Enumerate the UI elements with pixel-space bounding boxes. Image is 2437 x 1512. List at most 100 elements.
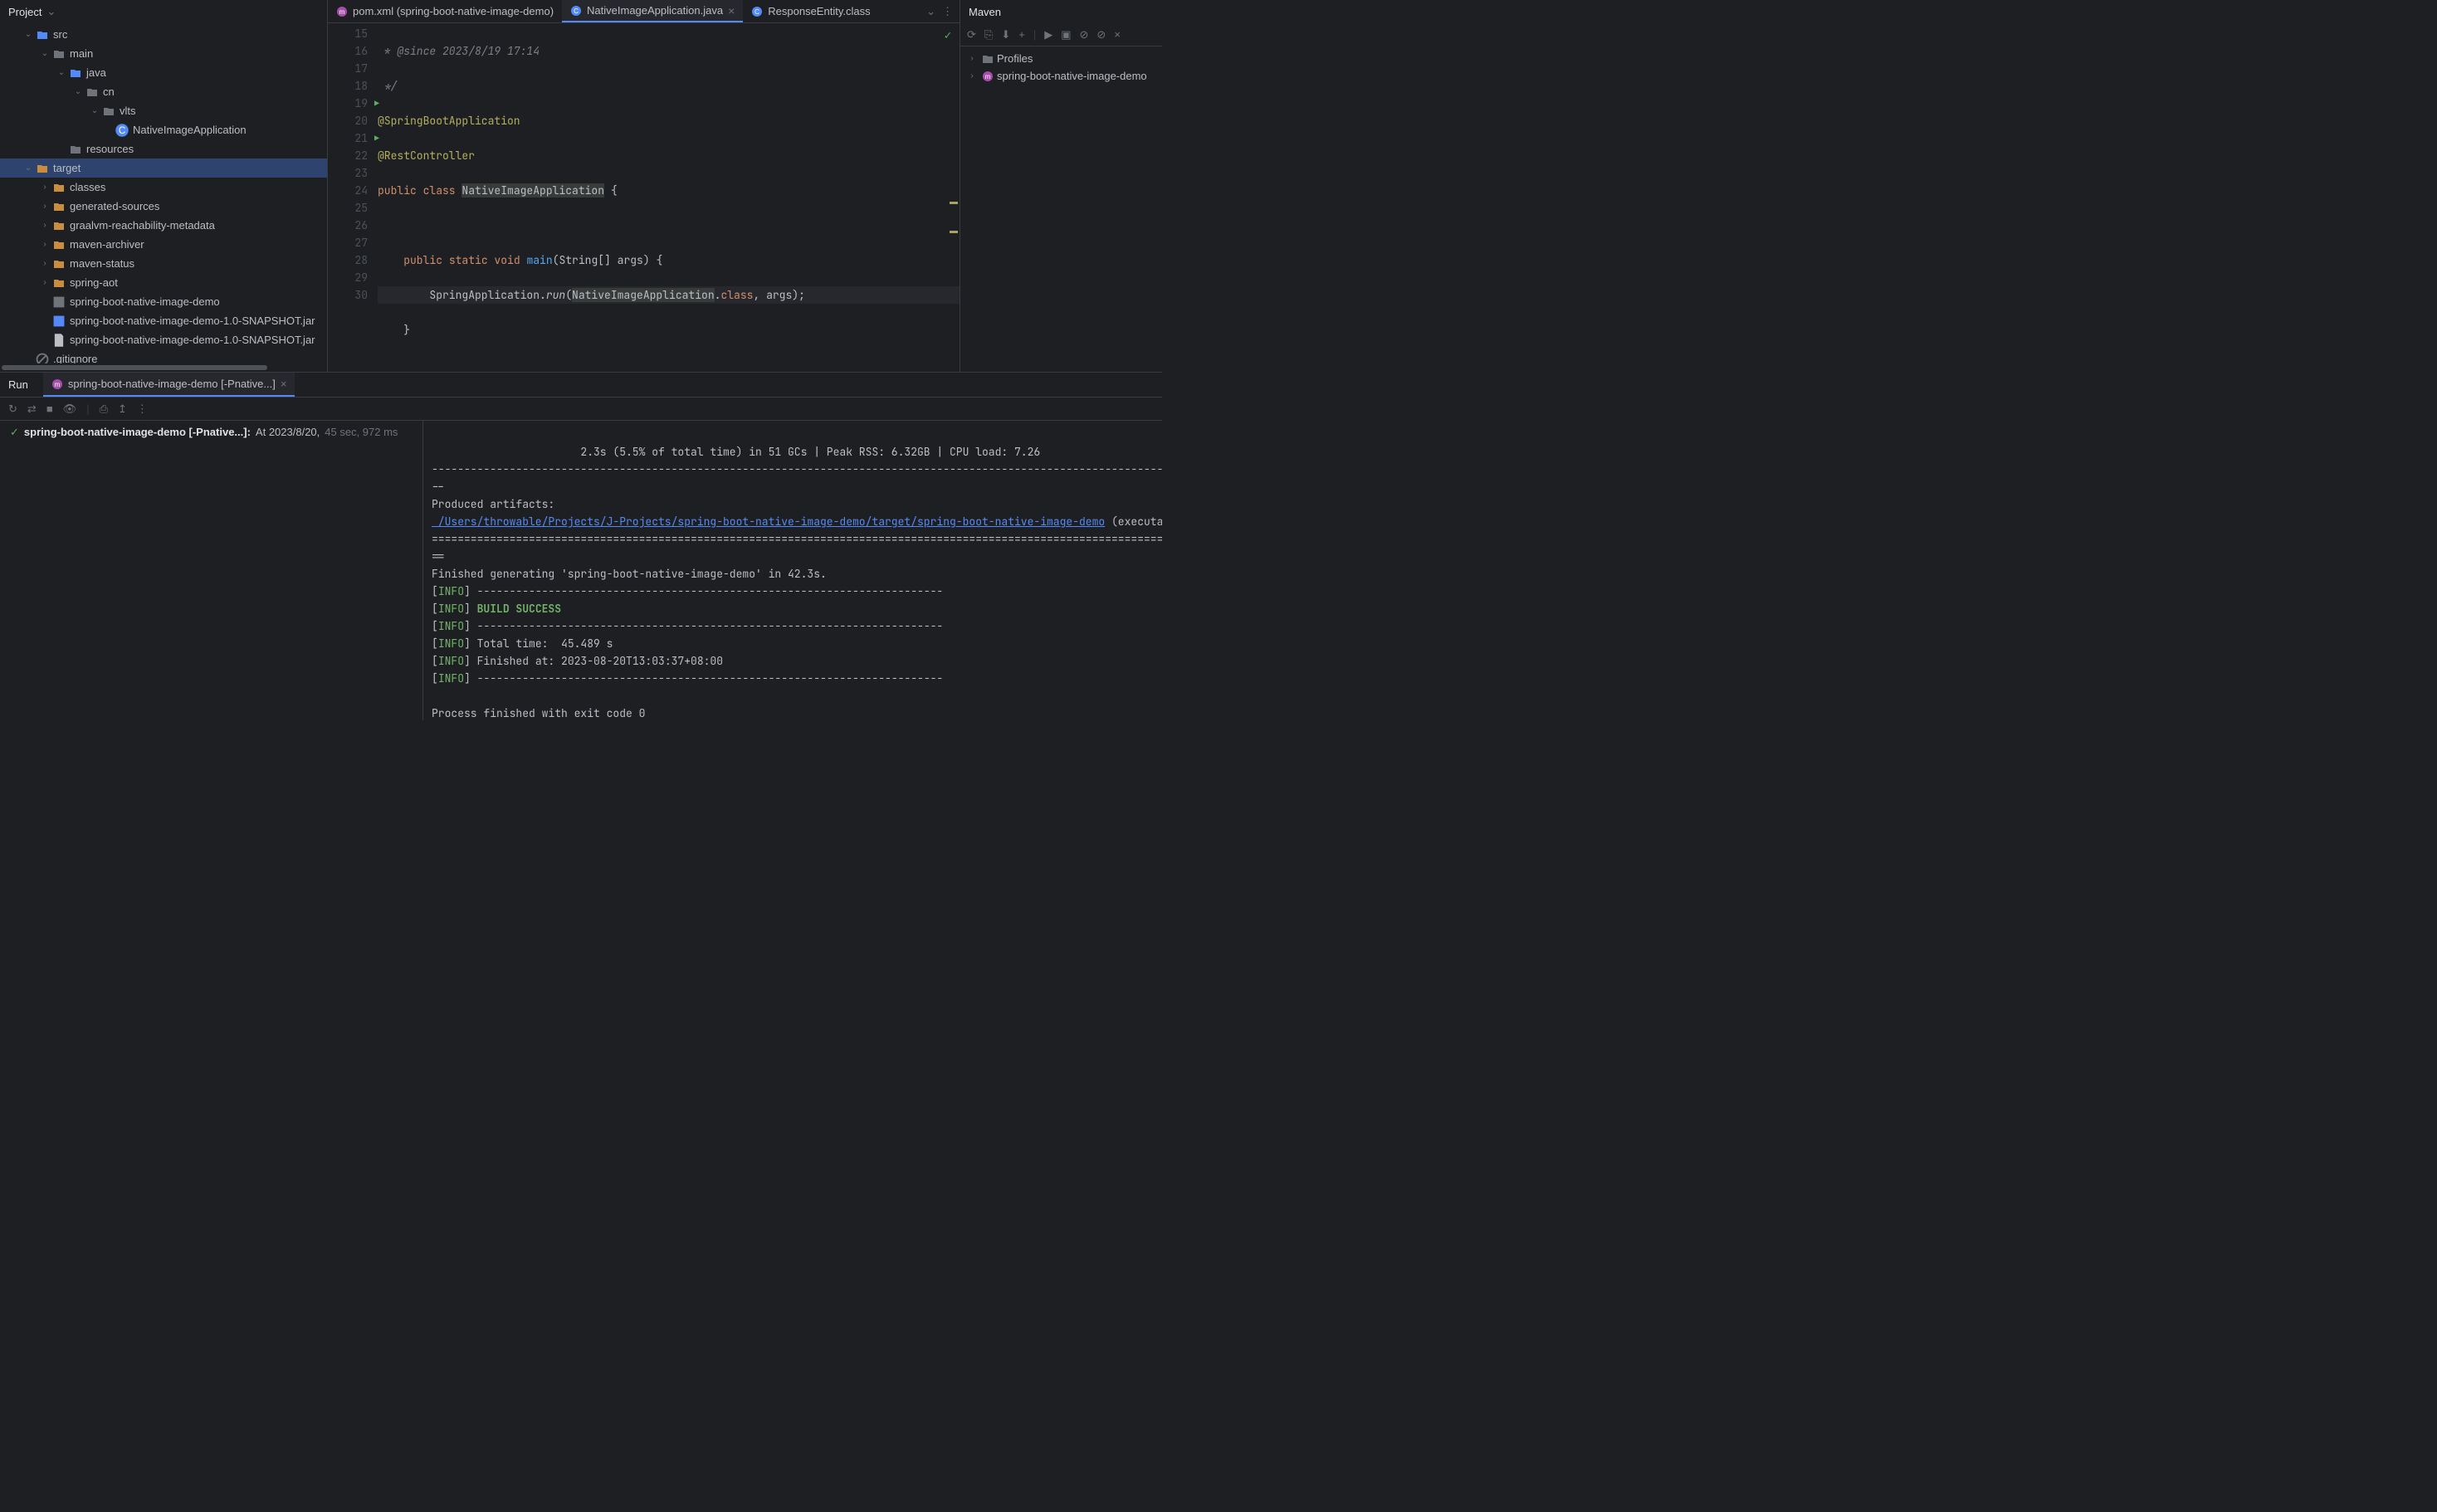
svg-text:C: C: [755, 8, 759, 16]
maven-profiles[interactable]: › Profiles: [960, 50, 1162, 67]
run-toolbar: ↻ ⇄ ■ 👁 | ⎙ ↥ ⋮: [0, 398, 1162, 421]
tree-item-cn[interactable]: ⌄ cn: [0, 82, 327, 101]
maven-tree[interactable]: › Profiles › m spring-boot-native-image-…: [960, 46, 1162, 88]
editor-scrollbar[interactable]: [948, 23, 960, 372]
rerun-failed-icon[interactable]: ⇄: [27, 402, 37, 416]
folder-icon: [35, 163, 50, 173]
folder-icon: [982, 54, 994, 64]
chevron-down-icon[interactable]: ⌄: [926, 5, 935, 18]
tree-item-jar2[interactable]: spring-boot-native-image-demo-1.0-SNAPSH…: [0, 330, 327, 349]
class-icon: C: [751, 6, 763, 17]
code-editor[interactable]: 15 16 17 18 19 20 21 22 23 24 25 26 27 2…: [328, 23, 960, 372]
chevron-right-icon: ›: [38, 259, 51, 268]
tab-native-app[interactable]: C NativeImageApplication.java ×: [562, 0, 743, 22]
console-output[interactable]: 2.3s (5.5% of total time) in 51 GCs | Pe…: [423, 421, 1162, 720]
run-gutter-icon[interactable]: ▶: [374, 95, 379, 112]
horizontal-scrollbar[interactable]: [0, 363, 327, 372]
tree-item-main[interactable]: ⌄ main: [0, 44, 327, 63]
run-gutter-icon[interactable]: ▶: [374, 129, 379, 147]
show-icon[interactable]: 👁: [63, 402, 77, 416]
package-icon: [85, 87, 100, 97]
code-content[interactable]: * @since 2023/8/19 17:14 */ @SpringBootA…: [378, 23, 960, 372]
svg-text:C: C: [119, 125, 125, 135]
execute-icon[interactable]: ▣: [1061, 28, 1071, 41]
chevron-down-icon: ⌄: [38, 49, 51, 58]
tree-item-native-app[interactable]: C NativeImageApplication: [0, 120, 327, 139]
gitignore-icon: [35, 352, 50, 364]
svg-text:m: m: [339, 8, 345, 16]
folder-icon: [51, 259, 66, 269]
camera-icon[interactable]: ⎙: [100, 402, 108, 416]
svg-text:m: m: [55, 381, 61, 388]
tree-item-java[interactable]: ⌄ java: [0, 63, 327, 82]
run-tree[interactable]: ✓ spring-boot-native-image-demo [-Pnativ…: [0, 421, 423, 720]
chevron-down-icon: ⌄: [55, 68, 68, 77]
run-tree-row[interactable]: ✓ spring-boot-native-image-demo [-Pnativ…: [10, 426, 413, 439]
stop-icon[interactable]: ■: [46, 402, 53, 415]
chevron-right-icon: ›: [965, 71, 979, 80]
toggle-offline-icon[interactable]: ⊘: [1080, 28, 1089, 41]
tree-item-classes[interactable]: › classes: [0, 178, 327, 197]
tree-item-spring-aot[interactable]: › spring-aot: [0, 273, 327, 292]
tree-item-vlts[interactable]: ⌄ vlts: [0, 101, 327, 120]
file-icon: [51, 333, 66, 348]
chevron-right-icon: ›: [38, 221, 51, 230]
refresh-icon[interactable]: ⟳: [967, 28, 976, 41]
tree-item-generated-sources[interactable]: › generated-sources: [0, 197, 327, 216]
maven-project[interactable]: › m spring-boot-native-image-demo: [960, 67, 1162, 85]
more-icon[interactable]: ⋮: [942, 5, 953, 18]
maven-header[interactable]: Maven: [960, 0, 1162, 23]
maven-icon: m: [336, 6, 348, 17]
svg-text:m: m: [985, 73, 991, 80]
tree-item-gitignore[interactable]: .gitignore: [0, 349, 327, 363]
export-icon[interactable]: ↥: [118, 402, 127, 416]
artifact-path-link[interactable]: /Users/throwable/Projects/J-Projects/spr…: [432, 515, 1105, 529]
class-icon: C: [570, 5, 582, 17]
close-icon[interactable]: ×: [1114, 28, 1121, 41]
run-icon[interactable]: ▶: [1044, 28, 1052, 41]
package-icon: [101, 106, 116, 116]
close-icon[interactable]: ×: [281, 378, 287, 390]
chevron-down-icon: ⌄: [22, 30, 35, 39]
more-icon[interactable]: ⋮: [137, 402, 148, 416]
add-icon[interactable]: +: [1018, 28, 1025, 41]
scrollbar-thumb[interactable]: [2, 365, 267, 370]
tree-item-exec[interactable]: spring-boot-native-image-demo: [0, 292, 327, 311]
scrollbar-marker: [950, 202, 958, 204]
folder-icon: [68, 68, 83, 78]
tree-item-maven-status[interactable]: › maven-status: [0, 254, 327, 273]
folder-icon: [68, 144, 83, 154]
editor-area: m pom.xml (spring-boot-native-image-demo…: [328, 0, 960, 372]
scrollbar-marker: [950, 231, 958, 233]
skip-tests-icon[interactable]: ⊘: [1096, 28, 1106, 41]
tree-item-maven-archiver[interactable]: › maven-archiver: [0, 235, 327, 254]
binary-icon: [51, 295, 66, 310]
folder-icon: [51, 49, 66, 59]
tree-item-jar1[interactable]: spring-boot-native-image-demo-1.0-SNAPSH…: [0, 311, 327, 330]
project-tree[interactable]: ⌄ src ⌄ main ⌄ java ⌄ cn: [0, 23, 327, 363]
project-title: Project: [8, 6, 42, 18]
tab-response-entity[interactable]: C ResponseEntity.class: [743, 0, 878, 22]
chevron-right-icon: ›: [38, 240, 51, 249]
generate-sources-icon[interactable]: ⎘: [984, 28, 993, 41]
tree-item-src[interactable]: ⌄ src: [0, 25, 327, 44]
folder-icon: [51, 240, 66, 250]
chevron-right-icon: ›: [38, 183, 51, 192]
tree-item-target[interactable]: ⌄ target: [0, 159, 327, 178]
run-config-tab[interactable]: m spring-boot-native-image-demo [-Pnativ…: [43, 373, 295, 397]
run-tool-label[interactable]: Run: [8, 378, 28, 391]
close-icon[interactable]: ×: [728, 4, 735, 17]
download-icon[interactable]: ⬇: [1001, 28, 1010, 41]
run-tool-window: Run m spring-boot-native-image-demo [-Pn…: [0, 372, 1162, 720]
rerun-icon[interactable]: ↻: [8, 402, 17, 416]
project-header[interactable]: Project ⌄: [0, 0, 327, 23]
tree-item-resources[interactable]: resources: [0, 139, 327, 159]
chevron-down-icon: ⌄: [22, 163, 35, 173]
chevron-down-icon: ⌄: [88, 106, 101, 115]
folder-icon: [51, 278, 66, 288]
chevron-down-icon: ⌄: [71, 87, 85, 96]
gutter: 15 16 17 18 19 20 21 22 23 24 25 26 27 2…: [328, 23, 378, 372]
folder-icon: [51, 183, 66, 193]
tab-pom[interactable]: m pom.xml (spring-boot-native-image-demo…: [328, 0, 562, 22]
tree-item-graalvm-meta[interactable]: › graalvm-reachability-metadata: [0, 216, 327, 235]
